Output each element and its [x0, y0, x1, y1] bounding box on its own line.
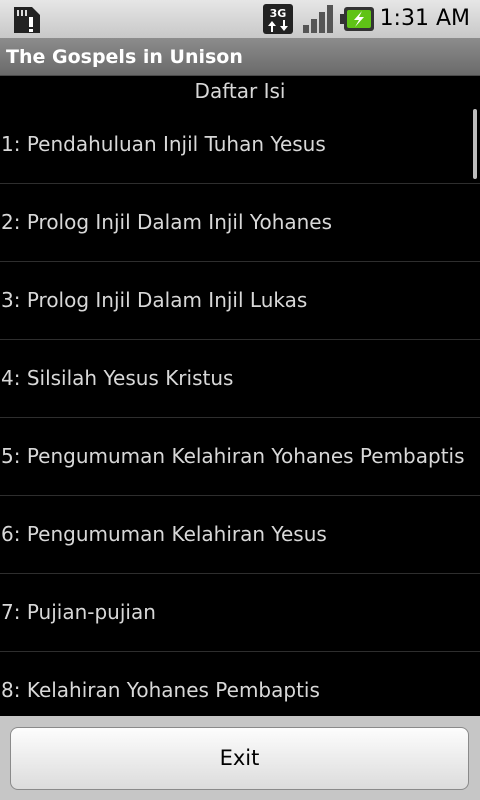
list-item-label: 4: Silsilah Yesus Kristus [1, 366, 234, 390]
bottom-button-bar: Exit [0, 716, 480, 800]
list-item[interactable]: 7: Pujian-pujian [0, 574, 480, 652]
svg-text:3G: 3G [270, 7, 287, 20]
list-item[interactable]: 2: Prolog Injil Dalam Injil Yohanes [0, 184, 480, 262]
toc-heading: Daftar Isi [194, 79, 286, 103]
list-item-label: 7: Pujian-pujian [1, 600, 156, 624]
signal-strength-icon [303, 5, 333, 33]
status-clock: 1:31 AM [379, 6, 470, 31]
network-3g-icon: 3G [263, 4, 293, 34]
list-item[interactable]: 5: Pengumuman Kelahiran Yohanes Pembapti… [0, 418, 480, 496]
list-item-label: 6: Pengumuman Kelahiran Yesus [1, 522, 327, 546]
list-item-label: 5: Pengumuman Kelahiran Yohanes Pembapti… [1, 444, 465, 468]
list-item-label: 1: Pendahuluan Injil Tuhan Yesus [1, 132, 326, 156]
list-item[interactable]: 1: Pendahuluan Injil Tuhan Yesus [0, 106, 480, 184]
sd-card-warning-icon [14, 7, 40, 33]
list-item[interactable]: 4: Silsilah Yesus Kristus [0, 340, 480, 418]
battery-charging-icon [340, 7, 374, 31]
list-item[interactable]: 8: Kelahiran Yohanes Pembaptis [0, 652, 480, 716]
list-item-label: 3: Prolog Injil Dalam Injil Lukas [1, 288, 308, 312]
exit-button[interactable]: Exit [10, 727, 469, 790]
list-item[interactable]: 6: Pengumuman Kelahiran Yesus [0, 496, 480, 574]
status-bar: 3G 1:31 AM [0, 0, 480, 38]
toc-list[interactable]: 1: Pendahuluan Injil Tuhan Yesus 2: Prol… [0, 106, 480, 716]
list-item-label: 2: Prolog Injil Dalam Injil Yohanes [1, 210, 333, 234]
app-title-bar: The Gospels in Unison [0, 38, 480, 76]
toc-content[interactable]: Daftar Isi 1: Pendahuluan Injil Tuhan Ye… [0, 76, 480, 716]
list-item[interactable]: 3: Prolog Injil Dalam Injil Lukas [0, 262, 480, 340]
scrollbar-thumb[interactable] [473, 109, 477, 179]
list-item-label: 8: Kelahiran Yohanes Pembaptis [1, 678, 320, 702]
app-title: The Gospels in Unison [6, 46, 243, 68]
